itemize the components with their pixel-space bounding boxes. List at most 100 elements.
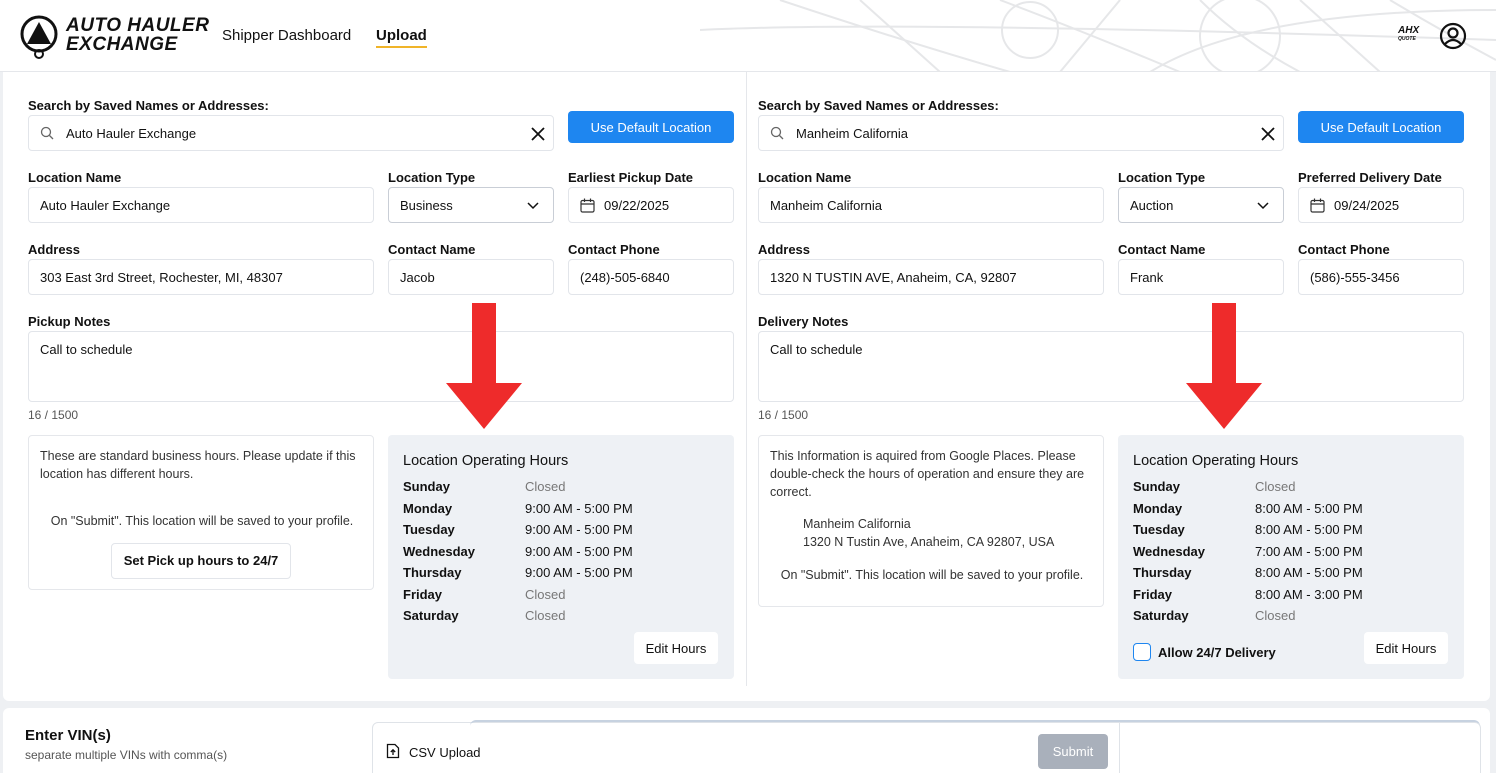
delivery-address-input[interactable]: 1320 N TUSTIN AVE, Anaheim, CA, 92807 bbox=[758, 259, 1104, 295]
hours-row-wednesday: Wednesday 9:00 AM - 5:00 PM bbox=[403, 544, 643, 559]
hours-day: Sunday bbox=[403, 479, 450, 494]
annotation-arrow-delivery bbox=[1186, 303, 1262, 429]
delivery-search-value: Manheim California bbox=[796, 125, 908, 141]
search-icon bbox=[770, 126, 784, 140]
chevron-down-icon bbox=[527, 202, 539, 210]
delivery-type-label: Location Type bbox=[1118, 170, 1206, 185]
delivery-phone-input[interactable]: (586)-555-3456 bbox=[1298, 259, 1464, 295]
pickup-notes-textarea[interactable]: Call to schedule bbox=[28, 331, 734, 402]
pickup-type-value: Business bbox=[400, 197, 453, 213]
hours-row-tuesday: Tuesday 9:00 AM - 5:00 PM bbox=[403, 522, 643, 537]
pickup-address-input[interactable]: 303 East 3rd Street, Rochester, MI, 4830… bbox=[28, 259, 374, 295]
hours-row-saturday: Saturday Closed bbox=[1133, 608, 1373, 623]
nav-upload[interactable]: Upload bbox=[376, 27, 427, 48]
nav-shipper-dashboard[interactable]: Shipper Dashboard bbox=[222, 27, 351, 44]
calendar-icon bbox=[580, 198, 595, 213]
pickup-type-select[interactable]: Business bbox=[388, 187, 554, 223]
pickup-phone-input[interactable]: (248)-505-6840 bbox=[568, 259, 734, 295]
delivery-type-select[interactable]: Auction bbox=[1118, 187, 1284, 223]
csv-upload-button[interactable]: CSV Upload bbox=[409, 745, 481, 760]
hours-time: 9:00 AM - 5:00 PM bbox=[525, 543, 633, 559]
hours-row-sunday: Sunday Closed bbox=[1133, 479, 1373, 494]
clear-icon[interactable] bbox=[531, 127, 545, 141]
user-account-icon[interactable] bbox=[1439, 22, 1467, 50]
hours-time: 7:00 AM - 5:00 PM bbox=[1255, 543, 1363, 559]
hours-time: 8:00 AM - 5:00 PM bbox=[1255, 565, 1363, 580]
delivery-type-value: Auction bbox=[1130, 197, 1174, 213]
pickup-hours-card: Location Operating Hours Sunday Closed Mon… bbox=[388, 435, 734, 679]
delivery-notes-label: Delivery Notes bbox=[758, 314, 849, 329]
delivery-use-default-button[interactable]: Use Default Location bbox=[1298, 111, 1464, 143]
brand-logo[interactable]: AUTO HAULER EXCHANGE bbox=[66, 16, 209, 54]
submit-button[interactable]: Submit bbox=[1038, 734, 1108, 769]
pickup-edit-hours-button[interactable]: Edit Hours bbox=[634, 632, 718, 664]
hours-day: Friday bbox=[1133, 586, 1173, 602]
hours-day: Thursday bbox=[1133, 565, 1192, 580]
delivery-search-input[interactable]: Manheim California bbox=[758, 115, 1284, 151]
pickup-use-default-button[interactable]: Use Default Location bbox=[568, 111, 734, 143]
pickup-search-label: Search by Saved Names or Addresses: bbox=[28, 98, 269, 113]
hours-day: Monday bbox=[403, 500, 453, 516]
pickup-notes-label: Pickup Notes bbox=[28, 314, 111, 329]
annotation-arrow-pickup bbox=[446, 303, 522, 429]
pickup-date-value: 09/22/2025 bbox=[604, 197, 670, 213]
pickup-date-input[interactable]: 09/22/2025 bbox=[568, 187, 734, 223]
vin-hint: separate multiple VINs with comma(s) bbox=[25, 748, 228, 762]
hours-time: Closed bbox=[525, 479, 566, 494]
pickup-hours-title: Location Operating Hours bbox=[403, 453, 569, 469]
hours-day: Friday bbox=[403, 586, 443, 602]
hours-row-friday: Friday Closed bbox=[403, 587, 643, 602]
vin-input-area[interactable] bbox=[372, 722, 1481, 773]
delivery-name-label: Location Name bbox=[758, 170, 852, 185]
hours-row-monday: Monday 8:00 AM - 5:00 PM bbox=[1133, 501, 1373, 516]
delivery-notes-counter: 16 / 1500 bbox=[758, 408, 809, 422]
hours-day: Monday bbox=[1133, 500, 1183, 516]
delivery-info-text: This Information is aquired from Google … bbox=[770, 449, 1085, 499]
hours-day: Tuesday bbox=[1133, 522, 1185, 537]
delivery-notes-textarea[interactable]: Call to schedule bbox=[758, 331, 1464, 402]
allow-24-7-label: Allow 24/7 Delivery bbox=[1158, 645, 1276, 660]
delivery-edit-hours-button[interactable]: Edit Hours bbox=[1364, 632, 1448, 664]
logo-icon bbox=[20, 15, 58, 59]
hours-day: Tuesday bbox=[403, 522, 455, 537]
delivery-date-label: Preferred Delivery Date bbox=[1298, 170, 1442, 185]
hours-row-thursday: Thursday 9:00 AM - 5:00 PM bbox=[403, 565, 643, 580]
delivery-address-label: Address bbox=[758, 242, 811, 257]
delivery-name-input[interactable]: Manheim California bbox=[758, 187, 1104, 223]
vin-divider bbox=[1119, 722, 1120, 773]
delivery-hours-card: Location Operating Hours Sunday Closed Mon… bbox=[1118, 435, 1464, 679]
hours-row-wednesday: Wednesday 7:00 AM - 5:00 PM bbox=[1133, 544, 1373, 559]
hours-time: 8:00 AM - 3:00 PM bbox=[1255, 586, 1363, 602]
hours-row-tuesday: Tuesday 8:00 AM - 5:00 PM bbox=[1133, 522, 1373, 537]
file-upload-icon bbox=[386, 743, 400, 759]
delivery-date-value: 09/24/2025 bbox=[1334, 197, 1400, 213]
allow-24-7-checkbox[interactable] bbox=[1133, 643, 1151, 661]
hours-day: Wednesday bbox=[1133, 543, 1206, 559]
brand-line-1: AUTO HAULER bbox=[66, 15, 210, 36]
clear-icon[interactable] bbox=[1261, 127, 1275, 141]
pickup-search-input[interactable]: Auto Hauler Exchange bbox=[28, 115, 554, 151]
pickup-contact-label: Contact Name bbox=[388, 242, 476, 257]
hours-time: Closed bbox=[1255, 608, 1296, 623]
pickup-phone-label: Contact Phone bbox=[568, 242, 660, 257]
hours-time: Closed bbox=[525, 586, 566, 602]
ahx-quote-badge[interactable]: AHX QUOTE bbox=[1398, 26, 1419, 44]
delivery-hours-title: Location Operating Hours bbox=[1133, 453, 1299, 469]
pickup-info-text: These are standard business hours. Pleas… bbox=[40, 449, 356, 481]
pickup-info-box: These are standard business hours. Pleas… bbox=[28, 435, 374, 590]
pickup-name-label: Location Name bbox=[28, 170, 122, 185]
hours-day: Wednesday bbox=[403, 543, 476, 559]
hours-row-monday: Monday 9:00 AM - 5:00 PM bbox=[403, 501, 643, 516]
hours-row-sunday: Sunday Closed bbox=[403, 479, 643, 494]
pickup-name-input[interactable]: Auto Hauler Exchange bbox=[28, 187, 374, 223]
set-24-7-button[interactable]: Set Pick up hours to 24/7 bbox=[111, 543, 291, 579]
hours-time: 8:00 AM - 5:00 PM bbox=[1255, 500, 1363, 516]
calendar-icon bbox=[1310, 198, 1325, 213]
vin-focus-line bbox=[470, 720, 1480, 726]
delivery-date-input[interactable]: 09/24/2025 bbox=[1298, 187, 1464, 223]
pickup-contact-input[interactable]: Jacob bbox=[388, 259, 554, 295]
brand-line-2: EXCHANGE bbox=[66, 34, 178, 55]
pickup-notes-counter: 16 / 1500 bbox=[28, 408, 79, 422]
hours-day: Saturday bbox=[1133, 608, 1189, 623]
delivery-contact-input[interactable]: Frank bbox=[1118, 259, 1284, 295]
